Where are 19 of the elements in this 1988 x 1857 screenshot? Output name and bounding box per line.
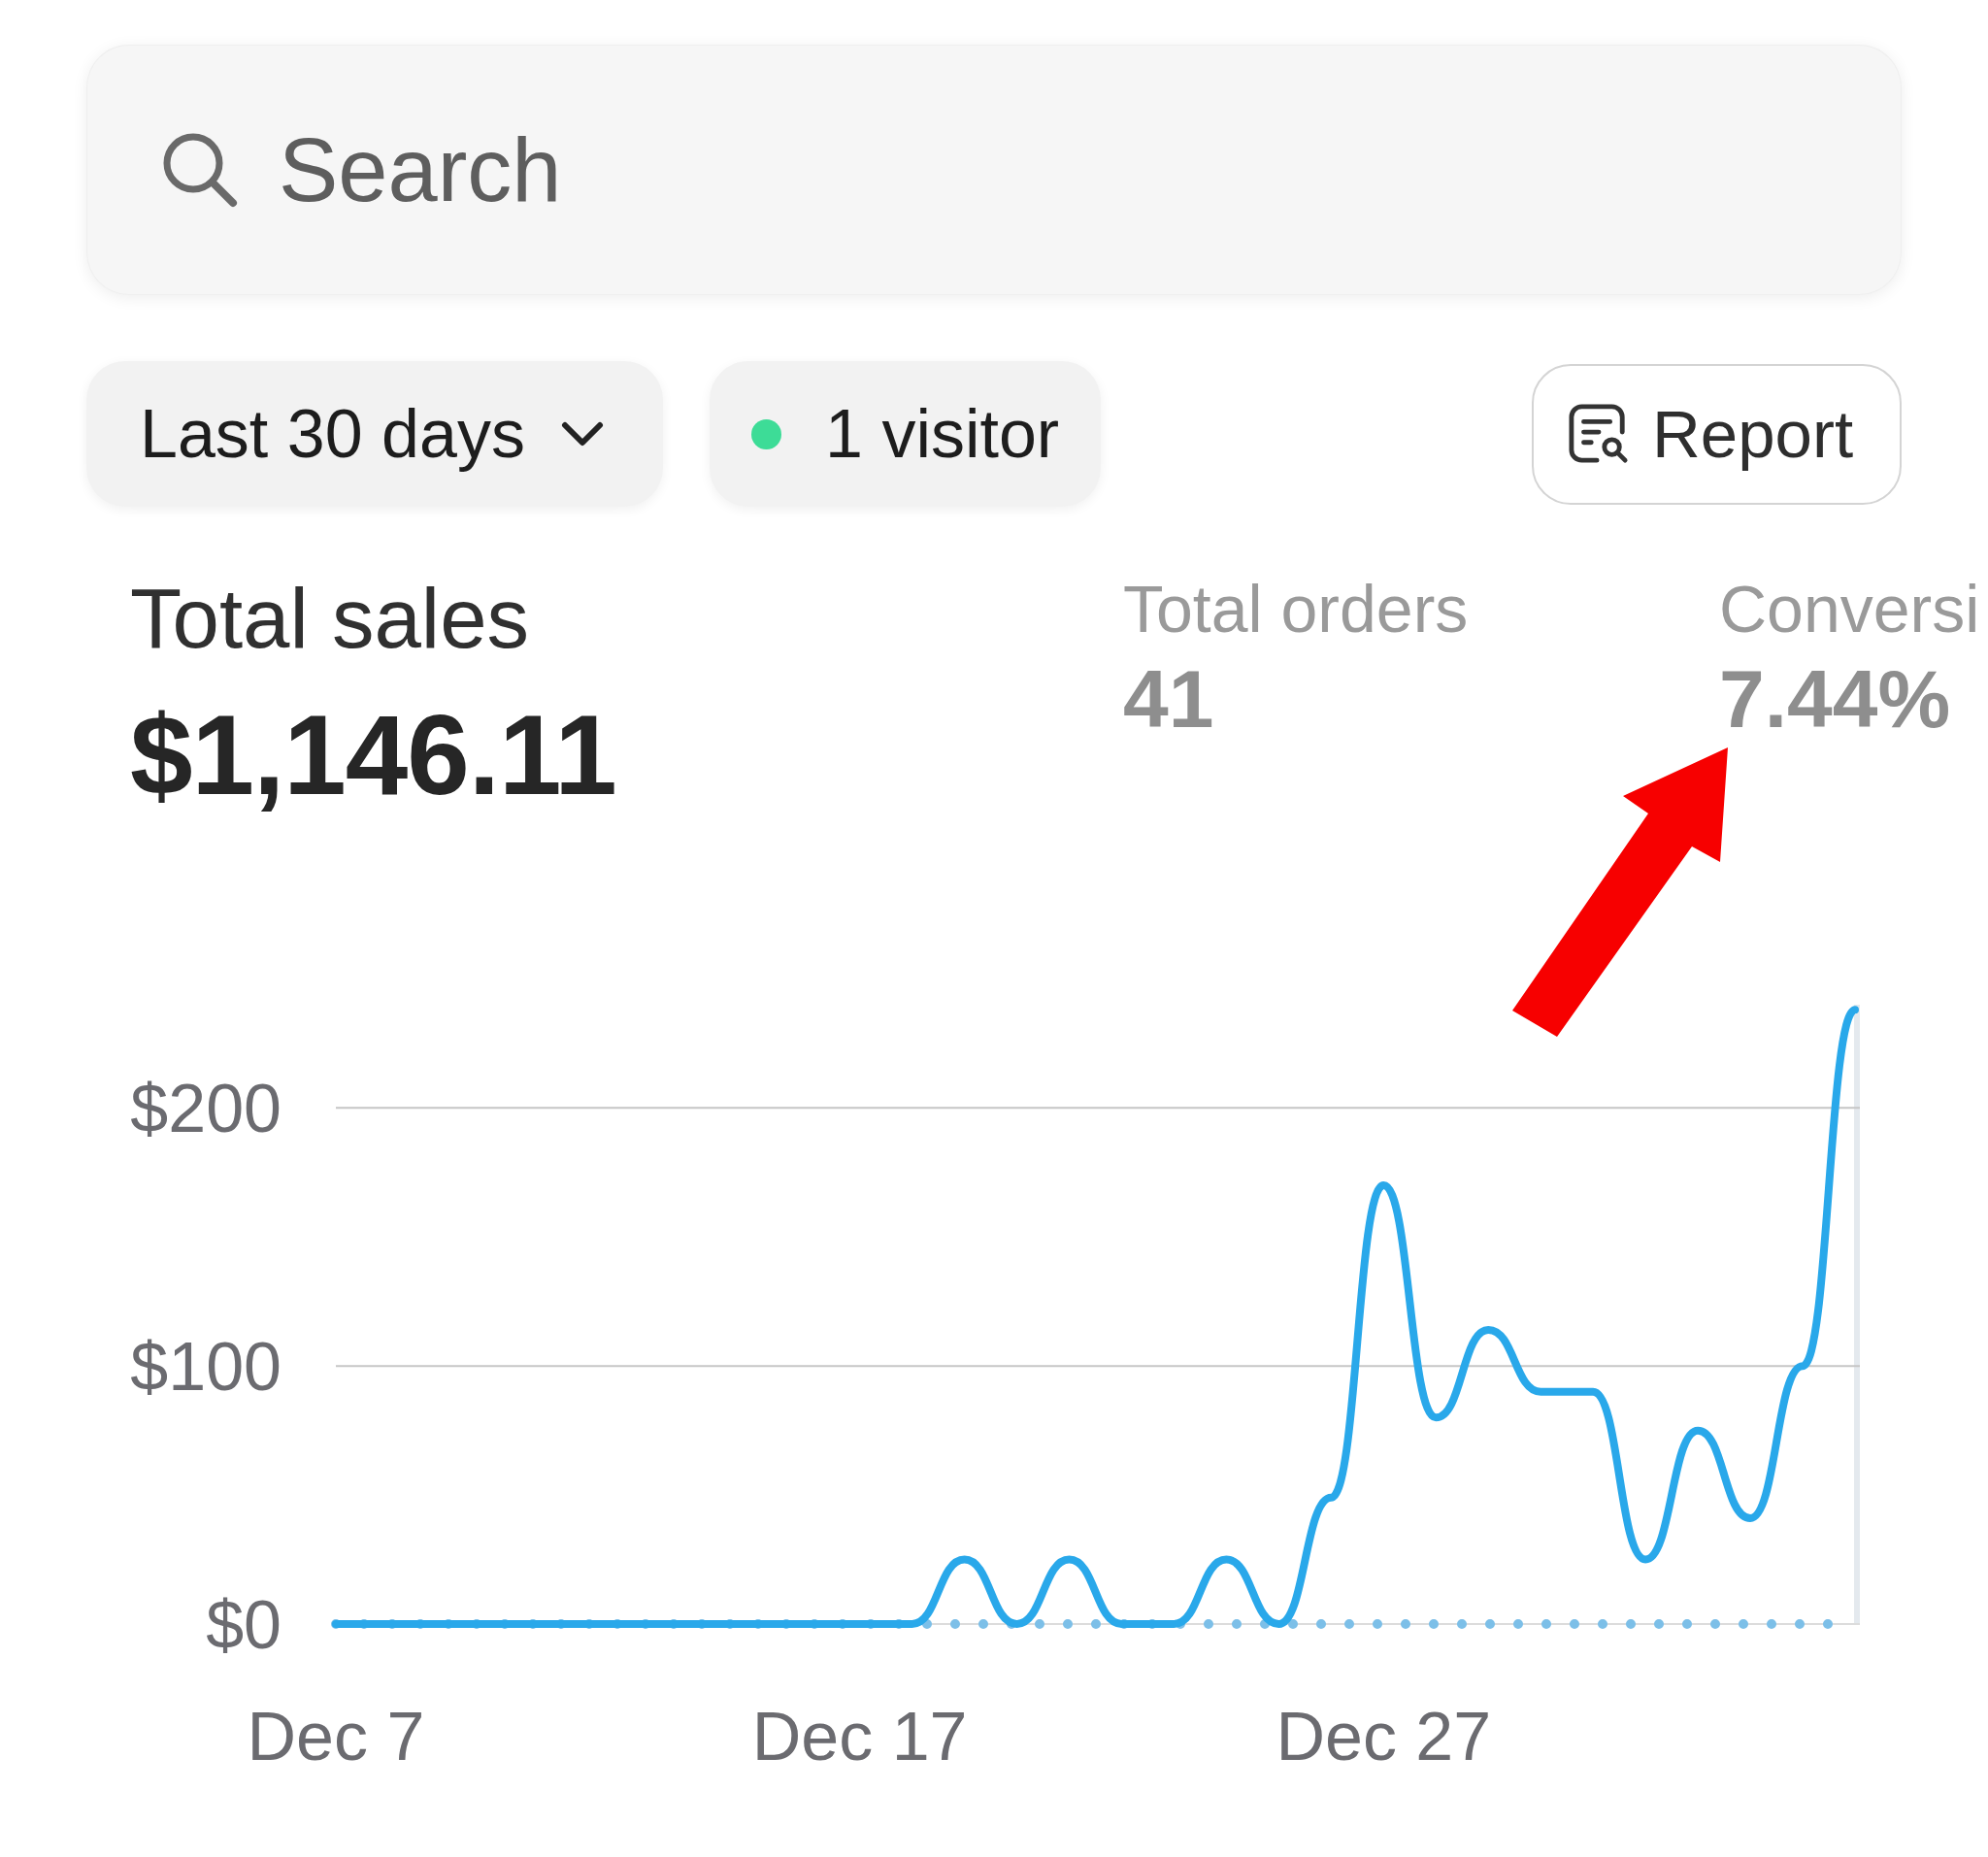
y-axis-label: $0 xyxy=(206,1587,282,1663)
metric-label: Total sales xyxy=(130,576,531,660)
live-visitors-button[interactable]: 1 visitor xyxy=(710,361,1101,507)
y-axis-label: $200 xyxy=(130,1071,282,1147)
report-button[interactable]: Report xyxy=(1532,363,1902,505)
y-axis-label: $100 xyxy=(130,1329,282,1406)
date-range-dropdown[interactable]: Last 30 days xyxy=(86,361,663,507)
metric-label: Total orders xyxy=(1123,576,1470,642)
chevron-down-icon xyxy=(560,421,604,447)
metric-value: 41 xyxy=(1123,658,1215,740)
x-axis-label: Dec 7 xyxy=(247,1699,425,1774)
search-field[interactable]: Search xyxy=(86,45,1902,295)
search-icon xyxy=(162,132,238,208)
x-axis-label: Dec 17 xyxy=(751,1699,968,1774)
x-axis-label: Dec 27 xyxy=(1276,1699,1492,1774)
metric-value: 7.44% xyxy=(1719,658,1952,740)
metric-label: Conversi xyxy=(1719,576,1981,642)
report-search-icon xyxy=(1569,404,1629,464)
metric-value: $1,146.11 xyxy=(130,699,617,812)
